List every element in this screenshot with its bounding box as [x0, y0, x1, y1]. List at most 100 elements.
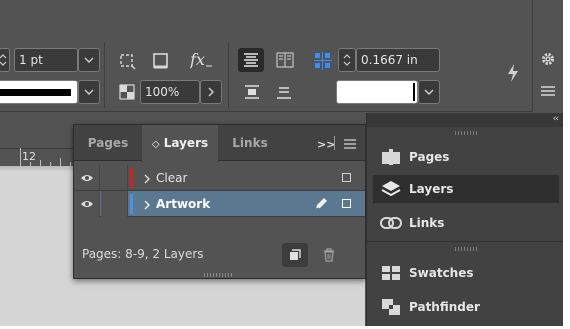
pages-icon [373, 148, 409, 166]
dock-group-grip[interactable] [455, 131, 479, 135]
text-align-button[interactable] [238, 48, 264, 72]
layer-name: Clear [156, 171, 188, 185]
tab-layers[interactable]: ◇ Layers [142, 125, 218, 161]
expand-layer-button[interactable] [144, 173, 150, 187]
vertical-justify-button[interactable] [240, 80, 264, 104]
layers-icon [373, 180, 409, 198]
fx-icon: fx [189, 50, 212, 69]
dock-item-pages[interactable]: Pages [373, 143, 559, 171]
layer-row[interactable]: Clear [74, 165, 365, 191]
dock-group-grip[interactable] [455, 247, 479, 251]
dock-item-label: Pages [409, 150, 450, 164]
dock-item-label: Pathfinder [409, 300, 480, 314]
collapse-dock-icon[interactable]: ‹‹ [553, 114, 559, 124]
quick-apply-button[interactable] [502, 62, 524, 84]
layers-panel-menu-button[interactable] [344, 138, 356, 152]
dock-item-label: Layers [409, 182, 454, 196]
dock-item-links[interactable]: Links [373, 209, 559, 237]
vertical-justify-icon [245, 85, 259, 99]
new-layer-icon [290, 249, 301, 260]
opacity-icon-button [116, 81, 138, 103]
panel-overflow-button[interactable]: >> [317, 137, 335, 151]
lock-toggle[interactable] [101, 191, 128, 217]
expand-layer-button[interactable] [144, 199, 150, 213]
lock-toggle[interactable] [101, 165, 128, 191]
stroke-type-dropdown[interactable] [78, 80, 100, 104]
double-chevron-icon: >> [317, 138, 336, 151]
fill-swatch[interactable] [336, 80, 418, 104]
layer-name: Artwork [156, 197, 211, 211]
stroke-weight-field[interactable]: 1 pt [14, 48, 78, 72]
trash-icon [324, 248, 334, 262]
ruler-tick [20, 148, 21, 166]
separator [228, 42, 229, 108]
eye-icon [80, 175, 93, 181]
hamburger-icon [344, 139, 356, 149]
control-bar: 1 pt fx 100% 0.1667 in [0, 0, 563, 112]
chevron-right-icon [144, 174, 150, 184]
visibility-toggle[interactable] [74, 165, 100, 191]
visibility-toggle[interactable] [74, 191, 100, 217]
tab-separator [334, 136, 335, 150]
tab-layers-label: Layers [163, 136, 209, 150]
control-bar-end [532, 0, 563, 112]
panel-menu-button[interactable] [537, 80, 559, 102]
settings-button[interactable] [537, 48, 559, 70]
tab-links[interactable]: Links [218, 125, 282, 161]
separator [104, 42, 105, 108]
layer-row-selected[interactable]: Artwork [74, 191, 365, 217]
columns-icon [276, 52, 294, 68]
stroke-line-preview [0, 89, 71, 96]
dock-item-pathfinder[interactable]: Pathfinder [373, 293, 559, 321]
new-layer-button[interactable] [282, 243, 308, 267]
stroke-weight-stepper[interactable] [0, 48, 10, 72]
panel-resize-grip[interactable] [204, 273, 234, 277]
pen-icon [314, 197, 328, 214]
swatches-icon [373, 265, 409, 281]
gutter-field[interactable]: 0.1667 in [356, 48, 440, 72]
links-icon [373, 216, 409, 230]
dock-header: ‹‹ [367, 113, 563, 127]
stroke-type-swatch[interactable] [0, 80, 78, 104]
layers-status-text: Pages: 8-9, 2 Layers [82, 247, 204, 261]
tab-stepper-icon: ◇ [151, 139, 160, 150]
gutter-stepper[interactable] [338, 48, 356, 72]
dock-item-layers[interactable]: Layers [373, 175, 559, 203]
effects-fx-button[interactable]: fx [189, 50, 214, 74]
fill-swatch-dropdown[interactable] [418, 80, 440, 104]
layer-target-box[interactable] [342, 199, 351, 208]
columns-button[interactable] [272, 48, 298, 72]
layer-target-box[interactable] [342, 173, 351, 182]
stroke-weight-dropdown[interactable] [78, 48, 100, 72]
rectangle-frame-icon [153, 53, 168, 69]
opacity-field[interactable]: 100% [140, 80, 200, 104]
chevron-right-icon [208, 87, 214, 97]
dock-item-label: Links [409, 216, 445, 230]
hamburger-icon [541, 86, 555, 96]
chevron-right-icon [144, 200, 150, 210]
eye-icon [80, 201, 93, 207]
ruler-label: 12 [22, 150, 36, 163]
opacity-flyout-button[interactable] [200, 80, 222, 104]
gutter-icon-button [312, 50, 334, 72]
panel-dock: ‹‹ Pages Layers Links Swatches Pathfinde… [366, 113, 563, 326]
panel-tab-strip: Pages ◇ Layers Links >> [74, 125, 365, 161]
frame-button[interactable] [150, 50, 172, 72]
frame-fitting-button[interactable] [116, 50, 138, 72]
frame-fit-icon [120, 54, 136, 70]
layer-color-bar [130, 168, 133, 188]
screenshot-frame: 1 pt fx 100% 0.1667 in 12 Pages ◇ Layers… [0, 0, 570, 329]
align-bottom-button[interactable] [272, 80, 296, 104]
gutter-icon [314, 52, 332, 70]
tab-pages[interactable]: Pages [74, 125, 142, 161]
chevron-down-icon [424, 89, 434, 95]
align-lines-icon [244, 53, 258, 67]
dock-item-swatches[interactable]: Swatches [373, 259, 559, 287]
svg-text:fx: fx [190, 50, 205, 69]
ruler-tick [60, 158, 61, 166]
chevron-down-icon [84, 89, 94, 95]
layers-panel: Pages ◇ Layers Links >> Clear Artwork Pa… [73, 124, 366, 279]
dock-item-label: Swatches [409, 266, 474, 280]
delete-layer-button[interactable] [316, 243, 342, 267]
lightning-icon [508, 64, 518, 82]
